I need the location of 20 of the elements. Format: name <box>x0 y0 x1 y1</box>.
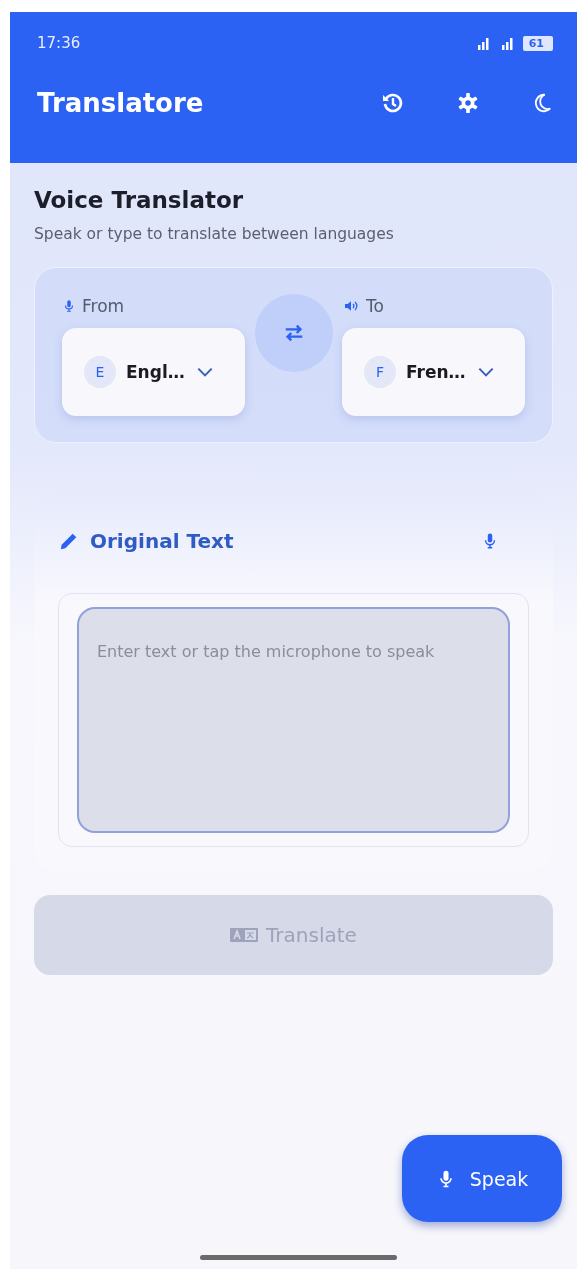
microphone-icon <box>62 298 76 314</box>
text-input[interactable]: Enter text or tap the microphone to speak <box>77 607 510 833</box>
status-time: 17:36 <box>37 34 81 52</box>
speak-button[interactable]: Speak <box>402 1135 562 1222</box>
translate-icon <box>230 926 259 944</box>
language-dropdown[interactable]: E Engl… <box>62 328 245 416</box>
section-title: Original Text <box>90 529 235 553</box>
app-title: Translatore <box>37 88 204 118</box>
page-subtitle: Speak or type to translate between languages <box>34 225 395 243</box>
language-label: To <box>366 296 384 316</box>
language-initial: F <box>364 356 396 388</box>
battery-icon: 61 <box>522 35 553 51</box>
page-title: Voice Translator <box>34 187 245 213</box>
language-label: From <box>82 296 125 316</box>
language-initial: E <box>84 356 116 388</box>
language-dropdown[interactable]: F Fren… <box>342 328 525 416</box>
language-name: Engl… <box>126 362 185 382</box>
history-icon[interactable] <box>381 91 405 115</box>
language-name: Fren… <box>406 362 466 382</box>
settings-icon[interactable] <box>457 92 479 114</box>
